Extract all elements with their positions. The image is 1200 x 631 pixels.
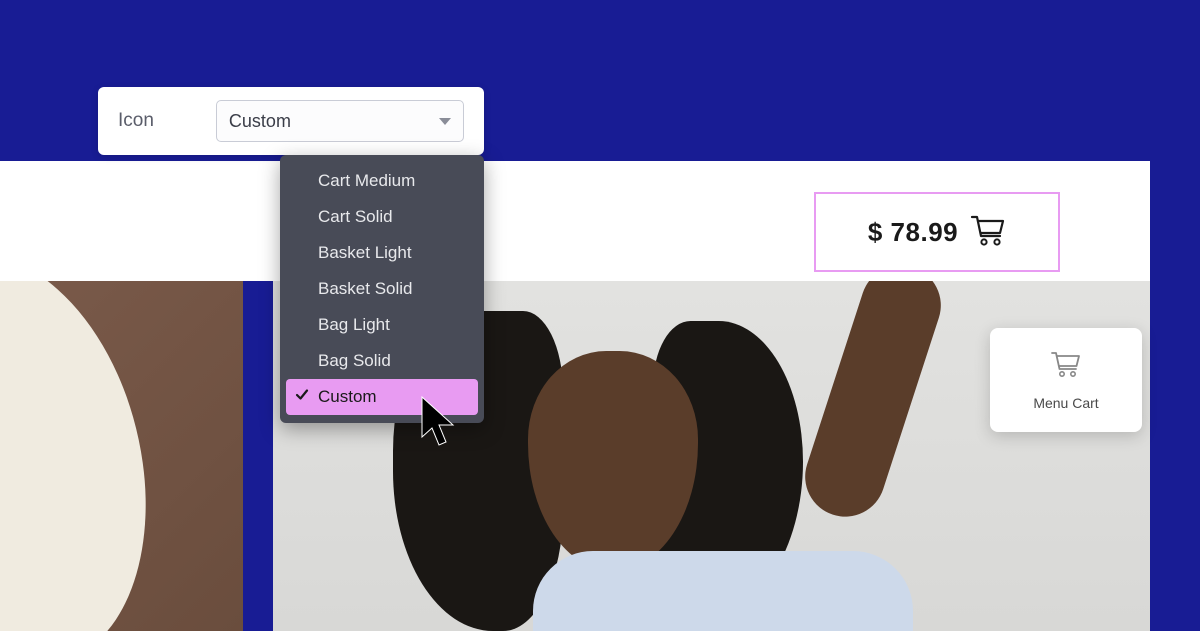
cart-icon — [970, 214, 1006, 251]
dropdown-option-custom[interactable]: Custom — [286, 379, 478, 415]
cart-total-box[interactable]: $ 78.99 — [814, 192, 1060, 272]
icon-select-value: Custom — [229, 111, 291, 132]
dropdown-option-label: Custom — [318, 387, 377, 406]
icon-dropdown: Cart Medium Cart Solid Basket Light Bask… — [280, 155, 484, 423]
menu-cart-widget[interactable]: Menu Cart — [990, 328, 1142, 432]
icon-setting-panel: Icon Custom — [98, 87, 484, 155]
dropdown-option-cart-solid[interactable]: Cart Solid — [286, 199, 478, 235]
check-icon — [294, 387, 310, 408]
cart-total-value: $ 78.99 — [868, 217, 958, 248]
dropdown-option-bag-solid[interactable]: Bag Solid — [286, 343, 478, 379]
menu-cart-label: Menu Cart — [1033, 395, 1098, 411]
dropdown-option-basket-solid[interactable]: Basket Solid — [286, 271, 478, 307]
dropdown-option-bag-light[interactable]: Bag Light — [286, 307, 478, 343]
icon-select[interactable]: Custom — [216, 100, 464, 142]
cart-icon — [1050, 350, 1082, 383]
chevron-down-icon — [439, 118, 451, 125]
catalog-image-left — [0, 281, 243, 631]
icon-setting-label: Icon — [118, 110, 154, 132]
dropdown-option-cart-medium[interactable]: Cart Medium — [286, 163, 478, 199]
dropdown-option-basket-light[interactable]: Basket Light — [286, 235, 478, 271]
